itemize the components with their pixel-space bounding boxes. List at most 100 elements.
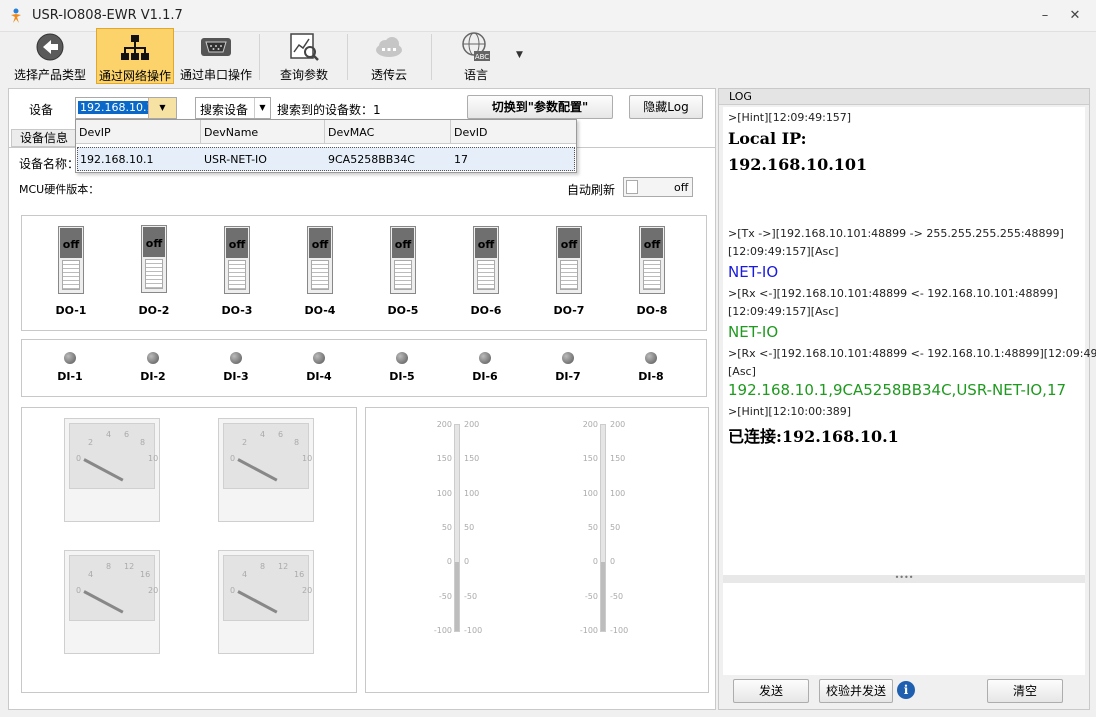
switch-handle bbox=[394, 260, 412, 290]
gauge-face: 0 4 8 12 16 20 bbox=[223, 555, 313, 621]
outputs-group: off DO-1 off DO-2 off DO-3 off DO-4 off DO-5 off DO… bbox=[21, 215, 707, 331]
dropdown-header-row: DevIP DevName DevMAC DevID bbox=[76, 120, 576, 144]
column-divider bbox=[200, 120, 201, 144]
do-switch-3[interactable]: off bbox=[224, 226, 250, 294]
bar-tick-label: -100 bbox=[579, 625, 598, 635]
do-switch-8[interactable]: off bbox=[639, 226, 665, 294]
bar-tick-label: -100 bbox=[433, 625, 452, 635]
bar-tick-label: 0 bbox=[610, 557, 616, 567]
hide-log-button[interactable]: 隐藏Log bbox=[629, 95, 703, 119]
send-input[interactable] bbox=[723, 583, 1085, 675]
switch-handle bbox=[643, 260, 661, 290]
gauge-tick-label: 16 bbox=[294, 570, 305, 579]
window-title: USR-IO808-EWR V1.1.7 bbox=[32, 8, 183, 23]
do-label-2: DO-2 bbox=[138, 304, 170, 317]
send-button[interactable]: 发送 bbox=[733, 679, 809, 703]
gauges-group: 0 2 4 6 8 10 0 2 4 6 8 10 0 4 8 12 16 20 0 4 8 12 16 20 bbox=[21, 407, 357, 693]
search-device-combo[interactable]: 搜索设备 ▼ bbox=[195, 97, 271, 119]
info-icon[interactable]: i bbox=[897, 681, 915, 699]
clear-button[interactable]: 清空 bbox=[987, 679, 1063, 703]
bar-tick-label: 150 bbox=[436, 454, 452, 464]
di-label-4: DI-4 bbox=[306, 370, 332, 383]
log-line: 192.168.10.1,9CA5258BB34C,USR-NET-IO,17 bbox=[728, 381, 1067, 399]
query-params-label: 查询参数 bbox=[279, 68, 328, 82]
device-ip-combo[interactable]: 192.168.10.1 ▼ bbox=[75, 97, 177, 119]
gauge-needle bbox=[237, 590, 278, 614]
gauge-tick-label: 20 bbox=[302, 586, 313, 595]
analog-gauge-1: 0 2 4 6 8 10 bbox=[64, 418, 160, 522]
log-line: [12:09:49:157][Asc] bbox=[728, 245, 839, 258]
bar-tick-label: 0 bbox=[446, 557, 452, 567]
bar-tick-label: 100 bbox=[610, 488, 626, 498]
log-line: NET-IO bbox=[728, 323, 779, 341]
do-switch-6[interactable]: off bbox=[473, 226, 499, 294]
do-switch-5[interactable]: off bbox=[390, 226, 416, 294]
inputs-group: DI-1 DI-2 DI-3 DI-4 DI-5 DI-6 DI-7 DI-8 bbox=[21, 339, 707, 397]
mcu-version-label: MCU硬件版本： bbox=[19, 183, 100, 196]
gauge-tick-label: 6 bbox=[278, 430, 284, 439]
auto-refresh-toggle[interactable]: off bbox=[623, 177, 693, 197]
table-row[interactable]: 192.168.10.1 USR-NET-IO 9CA5258BB34C 17 bbox=[77, 147, 575, 171]
switch-top: off bbox=[475, 228, 497, 258]
close-button[interactable]: ✕ bbox=[1064, 6, 1086, 26]
network-op-label: 通过网络操作 bbox=[98, 69, 171, 83]
search-dropdown-icon[interactable]: ▼ bbox=[254, 98, 270, 118]
combo-dropdown-icon[interactable]: ▼ bbox=[148, 98, 176, 118]
column-divider bbox=[324, 120, 325, 144]
minimize-button[interactable]: – bbox=[1034, 6, 1056, 26]
network-op-button[interactable]: 通过网络操作 bbox=[96, 28, 174, 84]
cloud-button[interactable]: 透传云 bbox=[352, 28, 426, 84]
di-led-3 bbox=[230, 352, 242, 364]
bars-group: 200 200 150 150 100 100 50 50 0 0 -50 -50 -100 -100 20… bbox=[365, 407, 709, 693]
switch-handle bbox=[228, 260, 246, 290]
do-switch-1[interactable]: off bbox=[58, 226, 84, 294]
column-divider bbox=[450, 120, 451, 144]
language-dropdown-arrow-icon[interactable]: ▼ bbox=[516, 50, 523, 60]
bar-tick-label: 50 bbox=[610, 522, 621, 532]
dropdown-header-devip: DevIP bbox=[79, 126, 111, 139]
toggle-state: off bbox=[674, 181, 689, 194]
serial-op-button[interactable]: 通过串口操作 bbox=[176, 28, 256, 84]
do-switch-2[interactable]: off bbox=[141, 225, 167, 293]
cloud-icon bbox=[376, 37, 402, 57]
log-line: >[Tx ->][192.168.10.101:48899 -> 255.255… bbox=[728, 227, 1064, 240]
found-count: 1 bbox=[373, 103, 381, 117]
bar-tick-label: 0 bbox=[464, 557, 470, 567]
do-switch-4[interactable]: off bbox=[307, 226, 333, 294]
gauge-needle bbox=[83, 590, 124, 614]
splitter-handle[interactable]: •••• bbox=[723, 574, 1085, 583]
log-output[interactable]: >[Hint][12:09:49:157] Local IP: 192.168.10… bbox=[723, 107, 1096, 575]
gauge-needle bbox=[83, 458, 124, 482]
switch-config-button[interactable]: 切换到"参数配置" bbox=[467, 95, 613, 119]
gauge-tick-label: 16 bbox=[140, 570, 151, 579]
gauge-face: 0 4 8 12 16 20 bbox=[69, 555, 158, 621]
do-label-8: DO-8 bbox=[636, 304, 668, 317]
row-devmac: 9CA5258BB34C bbox=[328, 153, 415, 166]
language-button[interactable]: ABC 语言 bbox=[436, 28, 516, 84]
bar-tick-label: 200 bbox=[464, 420, 480, 429]
do-switch-7[interactable]: off bbox=[556, 226, 582, 294]
gauge-tick-label: 4 bbox=[242, 570, 248, 579]
query-params-button[interactable]: 查询参数 bbox=[264, 28, 344, 84]
di-led-7 bbox=[562, 352, 574, 364]
do-label-4: DO-4 bbox=[304, 304, 336, 317]
bar-tick-label: 200 bbox=[582, 420, 598, 429]
di-label-3: DI-3 bbox=[223, 370, 249, 383]
bar-tick-label: -50 bbox=[438, 591, 452, 601]
chart-search-icon bbox=[290, 33, 319, 61]
select-product-label: 选择产品类型 bbox=[13, 68, 86, 82]
gauge-tick-label: 8 bbox=[260, 562, 266, 571]
row-devid: 17 bbox=[454, 153, 468, 166]
gauge-tick-label: 8 bbox=[294, 438, 300, 447]
switch-handle bbox=[62, 260, 80, 290]
select-product-button[interactable]: 选择产品类型 bbox=[8, 28, 92, 84]
switch-top: off bbox=[558, 228, 580, 258]
verify-send-button[interactable]: 校验并发送 bbox=[819, 679, 893, 703]
do-label-3: DO-3 bbox=[221, 304, 253, 317]
switch-top: off bbox=[60, 228, 82, 258]
di-label-2: DI-2 bbox=[140, 370, 166, 383]
do-label-6: DO-6 bbox=[470, 304, 502, 317]
tab-device-info[interactable]: 设备信息 bbox=[11, 129, 77, 147]
bar-tick-label: 100 bbox=[464, 488, 480, 498]
analog-gauge-4: 0 4 8 12 16 20 bbox=[218, 550, 314, 654]
